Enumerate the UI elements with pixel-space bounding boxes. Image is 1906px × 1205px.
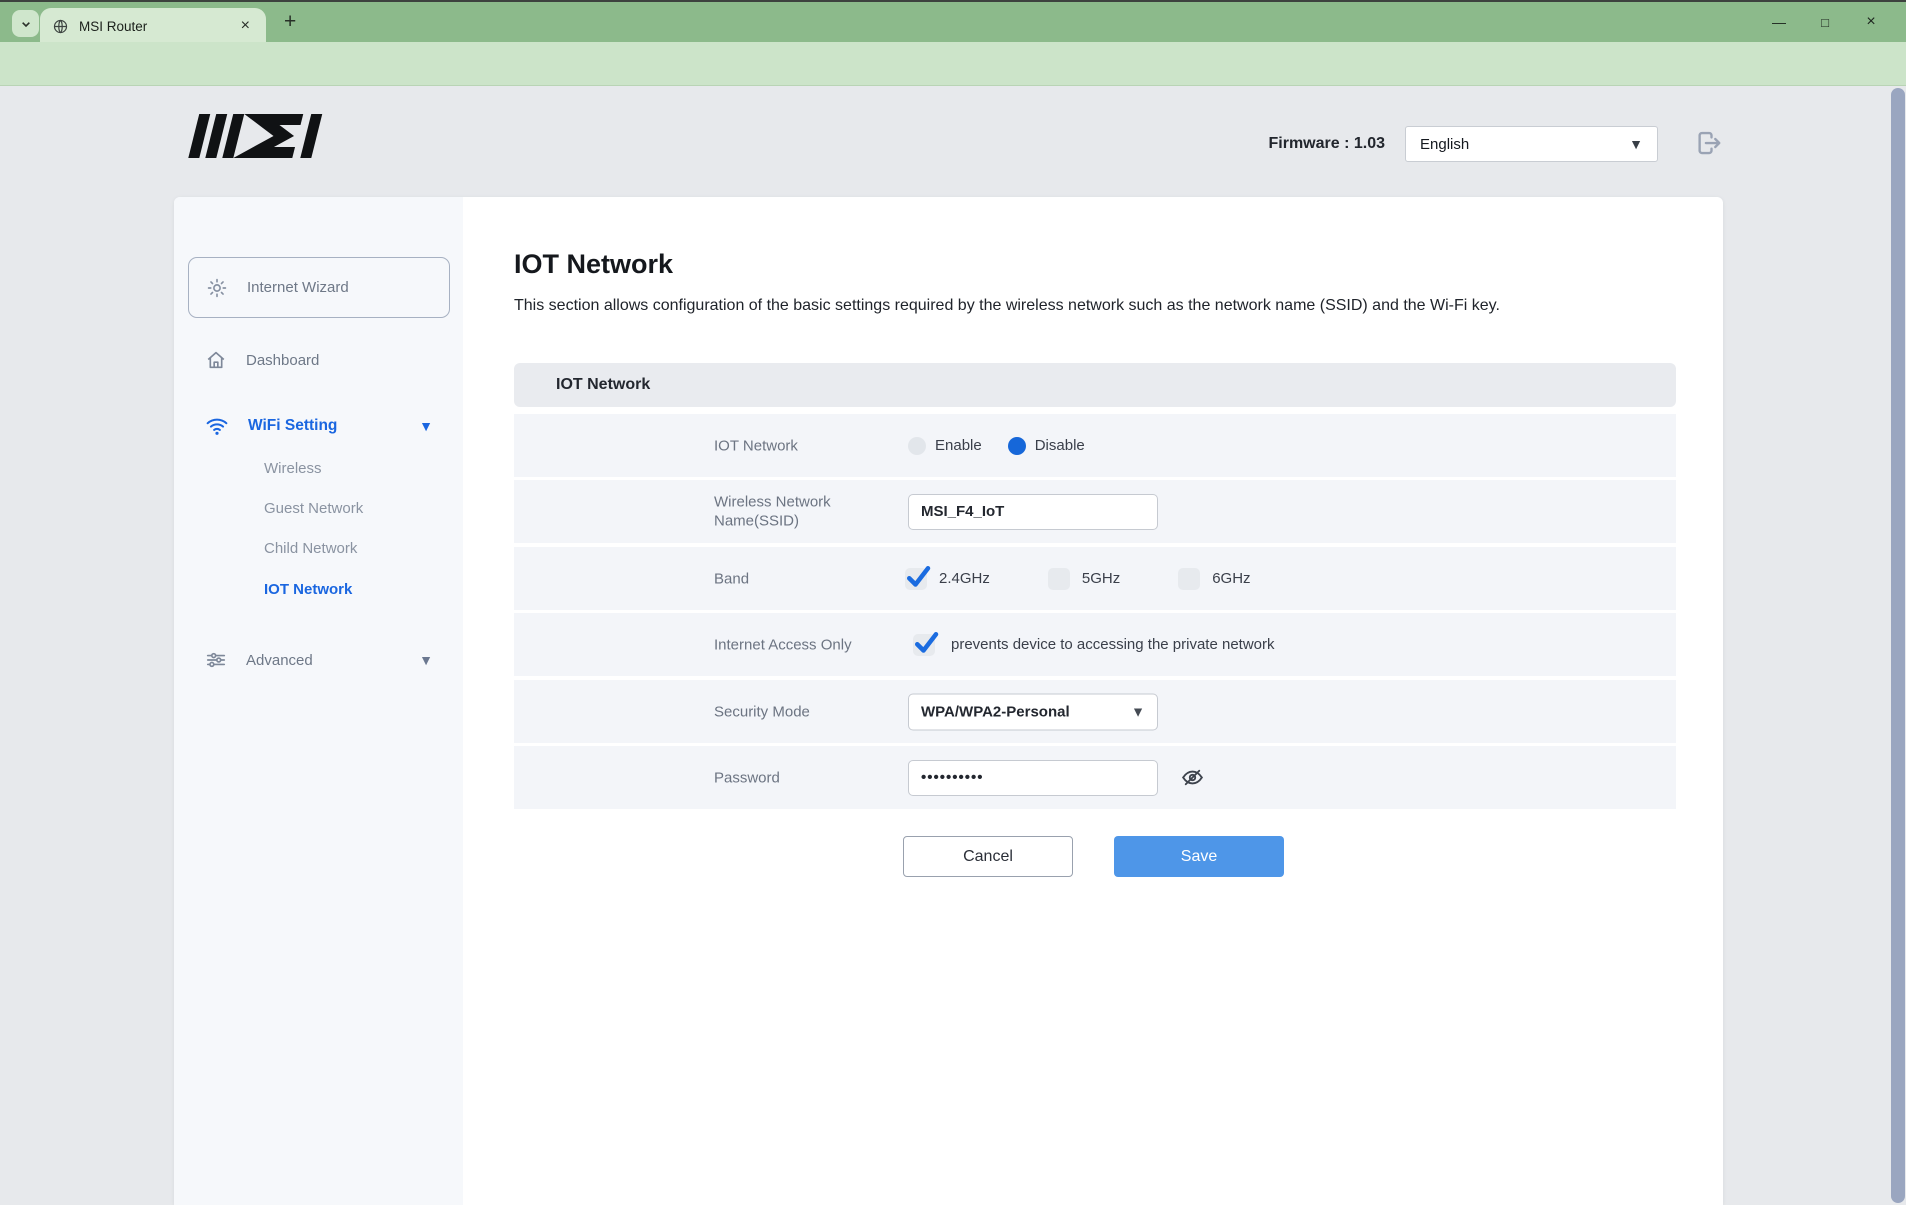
- check-icon: [903, 562, 933, 592]
- sidebar-item-advanced[interactable]: Advanced ▼: [188, 643, 450, 677]
- window-edge: [0, 0, 1906, 2]
- password-row: Password: [514, 746, 1676, 809]
- password-input[interactable]: [908, 760, 1158, 796]
- close-button[interactable]: ×: [1848, 6, 1894, 38]
- maximize-button[interactable]: □: [1802, 6, 1848, 38]
- browser-tab[interactable]: MSI Router ×: [40, 8, 266, 44]
- enable-label: Enable: [935, 437, 982, 454]
- msi-logo: [188, 110, 338, 162]
- iot-network-row: IOT Network Enable Disable: [514, 414, 1676, 477]
- globe-favicon-icon: [52, 18, 69, 35]
- band-5ghz-label: 5GHz: [1082, 570, 1120, 587]
- chevron-down-icon: [18, 16, 34, 32]
- sidebar: Internet Wizard Dashboard WiFi Setting ▼…: [174, 197, 463, 1205]
- logout-icon: [1694, 128, 1724, 158]
- band-row: Band 2.4GHz 5GHz 6GHz: [514, 547, 1676, 610]
- band-5ghz-checkbox[interactable]: [1048, 568, 1070, 590]
- field-label: Band: [714, 569, 869, 589]
- tab-title: MSI Router: [79, 19, 237, 34]
- field-label: IOT Network: [714, 436, 869, 456]
- disable-label: Disable: [1035, 437, 1085, 454]
- toggle-password-button[interactable]: [1180, 765, 1205, 790]
- check-icon: [911, 628, 941, 658]
- enable-radio[interactable]: [908, 437, 926, 455]
- field-label: Password: [714, 768, 869, 788]
- section-header: IOT Network: [514, 363, 1676, 407]
- new-tab-button[interactable]: +: [284, 10, 296, 34]
- firmware-version: Firmware : 1.03: [1140, 135, 1385, 153]
- minimize-button[interactable]: —: [1756, 6, 1802, 38]
- tab-search-button[interactable]: [12, 10, 39, 37]
- language-value: English: [1420, 136, 1469, 153]
- window-controls: — □ ×: [1756, 6, 1894, 38]
- language-select[interactable]: English ▼: [1405, 126, 1658, 162]
- save-button[interactable]: Save: [1114, 836, 1284, 877]
- sidebar-item-wifi-setting[interactable]: WiFi Setting ▼: [188, 409, 450, 443]
- band-24ghz-checkbox[interactable]: [905, 568, 927, 590]
- cancel-button[interactable]: Cancel: [903, 836, 1073, 877]
- sidebar-item-dashboard[interactable]: Dashboard: [188, 343, 450, 377]
- chevron-down-icon: ▼: [1629, 136, 1643, 152]
- internet-access-checkbox[interactable]: [913, 634, 935, 656]
- sidebar-item-guest-network[interactable]: Guest Network: [264, 495, 444, 521]
- security-mode-select[interactable]: WPA/WPA2-Personal ▼: [908, 693, 1158, 730]
- content-card: Internet Wizard Dashboard WiFi Setting ▼…: [174, 197, 1723, 1205]
- sidebar-item-internet-wizard[interactable]: Internet Wizard: [188, 257, 450, 318]
- browser-toolbar: [0, 42, 1906, 86]
- sliders-icon: [205, 649, 227, 671]
- chevron-down-icon[interactable]: ▼: [419, 418, 433, 434]
- band-6ghz-label: 6GHz: [1212, 570, 1250, 587]
- internet-access-note: prevents device to accessing the private…: [951, 636, 1275, 653]
- sidebar-item-label: WiFi Setting: [248, 417, 337, 435]
- page-description: This section allows configuration of the…: [514, 297, 1674, 315]
- chevron-down-icon[interactable]: ▼: [419, 652, 433, 668]
- band-24ghz-label: 2.4GHz: [939, 570, 990, 587]
- sidebar-item-child-network[interactable]: Child Network: [264, 535, 444, 561]
- sidebar-item-wireless[interactable]: Wireless: [264, 455, 444, 481]
- field-label: Internet Access Only: [714, 635, 869, 655]
- security-mode-row: Security Mode WPA/WPA2-Personal ▼: [514, 680, 1676, 743]
- field-label: Security Mode: [714, 702, 869, 722]
- sidebar-item-iot-network[interactable]: IOT Network: [264, 576, 444, 602]
- chevron-down-icon: ▼: [1131, 704, 1145, 720]
- eye-slash-icon: [1180, 765, 1205, 790]
- logout-button[interactable]: [1694, 128, 1724, 158]
- ssid-input[interactable]: [908, 494, 1158, 530]
- page-scrollbar[interactable]: [1891, 88, 1905, 1203]
- ssid-row: Wireless Network Name(SSID): [514, 480, 1676, 543]
- page-title: IOT Network: [514, 249, 673, 280]
- band-6ghz-checkbox[interactable]: [1178, 568, 1200, 590]
- tab-close-icon[interactable]: ×: [237, 17, 254, 35]
- sidebar-item-label: Advanced: [246, 652, 313, 669]
- browser-tab-bar: MSI Router × + — □ ×: [0, 2, 1906, 42]
- wifi-icon: [205, 414, 229, 438]
- disable-radio[interactable]: [1008, 437, 1026, 455]
- gear-icon: [206, 277, 228, 299]
- home-icon: [205, 349, 227, 371]
- sidebar-item-label: Dashboard: [246, 352, 319, 369]
- sidebar-item-label: Internet Wizard: [247, 279, 349, 296]
- internet-access-row: Internet Access Only prevents device to …: [514, 613, 1676, 676]
- security-mode-value: WPA/WPA2-Personal: [921, 703, 1070, 720]
- field-label: Wireless Network Name(SSID): [714, 492, 869, 531]
